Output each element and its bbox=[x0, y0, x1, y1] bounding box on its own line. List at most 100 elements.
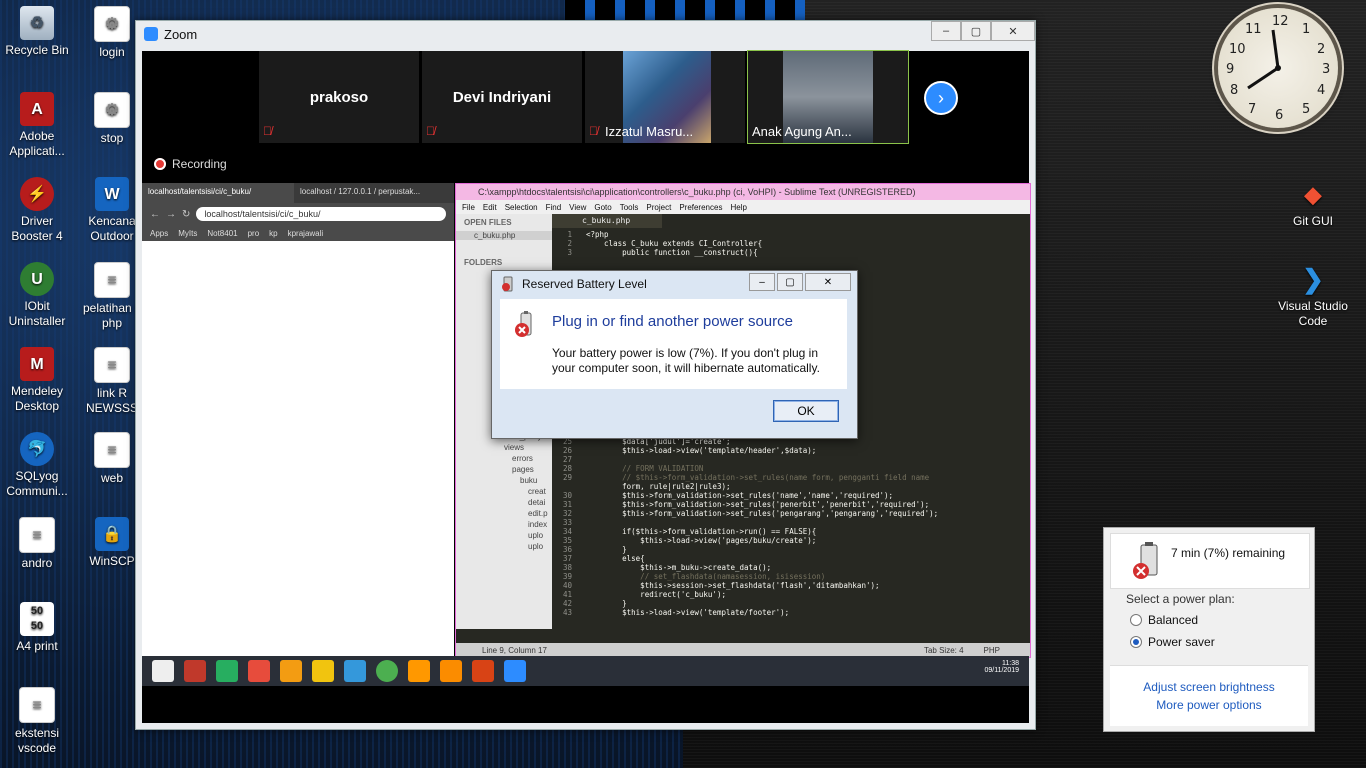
editor-tab: c_buku.php bbox=[552, 214, 662, 228]
close-button[interactable]: ✕ bbox=[805, 273, 851, 291]
desktop-icon-git-gui[interactable]: ◆ Git GUI bbox=[1275, 177, 1351, 229]
code-text: class C_buku extends CI_Controller{ bbox=[586, 239, 763, 248]
code-line: 26 $this->load->view('template/header',$… bbox=[552, 446, 1016, 455]
code-text: $this->session->set_flashdata('flash','d… bbox=[586, 581, 880, 590]
reload-icon: ↻ bbox=[182, 208, 191, 220]
participant-tile-active[interactable]: Anak Agung An... bbox=[747, 50, 909, 144]
desktop-icon-recycle-bin[interactable]: ♻ Recycle Bin bbox=[0, 6, 74, 58]
participant-tile[interactable]: Devi Indriyani 🎙̸ bbox=[422, 51, 582, 143]
next-participants-button[interactable]: › bbox=[924, 81, 958, 115]
power-plan-balanced[interactable]: Balanced bbox=[1130, 613, 1198, 627]
bookmark: Apps bbox=[150, 228, 169, 238]
sublime-statusbar: Line 9, Column 17 Tab Size: 4 PHP bbox=[456, 643, 1030, 657]
muted-mic-icon: 🎙̸ bbox=[589, 124, 598, 138]
desktop-icon-adobe[interactable]: A Adobe Applicati... bbox=[0, 92, 74, 159]
close-button[interactable]: ✕ bbox=[991, 21, 1035, 41]
ok-button[interactable]: OK bbox=[773, 400, 839, 422]
document-icon: ≡ bbox=[94, 432, 130, 468]
zoom-titlebar[interactable]: Zoom bbox=[136, 21, 1035, 47]
code-line: 42 } bbox=[552, 599, 1016, 608]
line-number: 30 bbox=[562, 491, 572, 500]
clock-gadget[interactable]: 12 1 2 3 4 5 6 7 8 9 10 11 bbox=[1218, 8, 1338, 128]
desktop-icon-label: stop bbox=[100, 131, 124, 145]
code-line: 33 bbox=[552, 518, 1016, 527]
line-number: 3 bbox=[567, 248, 572, 257]
desktop-icon-andro[interactable]: ≡ andro bbox=[0, 517, 74, 571]
shared-clock: 11:38 09/11/2019 bbox=[984, 660, 1019, 674]
participant-tile[interactable]: prakoso 🎙̸ bbox=[259, 51, 419, 143]
open-file: c_buku.php bbox=[456, 231, 552, 240]
code-text: } bbox=[586, 599, 627, 608]
desktop-icon-label: A4 print bbox=[16, 639, 58, 653]
code-text: // FORM VALIDATION bbox=[586, 464, 704, 473]
battery-remaining: 7 min (7%) remaining bbox=[1171, 546, 1286, 560]
maximize-button[interactable]: ▢ bbox=[777, 273, 803, 291]
participant-tile[interactable]: 🎙̸ Izzatul Masru... bbox=[585, 51, 745, 143]
recording-indicator: Recording bbox=[154, 157, 227, 171]
line-number: 43 bbox=[562, 608, 572, 617]
desktop-icon-label: pelatihan s php bbox=[82, 301, 142, 330]
line-number: 37 bbox=[562, 554, 572, 563]
desktop-icon-ekstensi-vscode[interactable]: ≡ ekstensi vscode bbox=[0, 687, 74, 756]
line-number: 32 bbox=[562, 509, 572, 518]
book-app-icon bbox=[184, 660, 206, 682]
line-number: 26 bbox=[562, 446, 572, 455]
window-controls: – ▢ ✕ bbox=[931, 21, 1035, 41]
line-number: 28 bbox=[562, 464, 572, 473]
more-power-options-link[interactable]: More power options bbox=[1110, 698, 1308, 712]
task-view-icon bbox=[152, 660, 174, 682]
desktop-icon-driver-booster[interactable]: ⚡ Driver Booster 4 bbox=[0, 177, 74, 244]
muted-mic-icon: 🎙̸ bbox=[263, 124, 272, 138]
desktop-icon-label: link R NEWSSS bbox=[85, 386, 138, 415]
desktop-icon-label: Adobe Applicati... bbox=[9, 129, 65, 158]
code-line: 1 <?php bbox=[552, 230, 1016, 239]
battery-icon bbox=[1133, 542, 1158, 579]
radio-button[interactable] bbox=[1130, 614, 1142, 626]
word-icon: W bbox=[95, 177, 129, 211]
media-icon bbox=[248, 660, 270, 682]
code-line: 38 $this->m_buku->create_data(); bbox=[552, 563, 1016, 572]
dialog-title: Reserved Battery Level bbox=[522, 277, 647, 291]
minimize-button[interactable]: – bbox=[931, 21, 961, 41]
shortcut-icon: ⚙ bbox=[94, 6, 130, 42]
code-text: public function __construct(){ bbox=[586, 248, 758, 257]
line-number: 36 bbox=[562, 545, 572, 554]
recycle-bin-icon: ♻ bbox=[20, 6, 54, 40]
dialog-heading: Plug in or find another power source bbox=[552, 313, 793, 330]
document-icon: ≡ bbox=[19, 687, 55, 723]
tree-item: views bbox=[504, 443, 525, 452]
power-plan-power-saver[interactable]: Power saver bbox=[1130, 635, 1215, 649]
radio-button-selected[interactable] bbox=[1130, 636, 1142, 648]
menu-item: Tools bbox=[619, 202, 639, 212]
desktop-icon-a4-print[interactable]: 50 50 A4 print bbox=[0, 602, 74, 654]
code-line: 31 $this->form_validation->set_rules('pe… bbox=[552, 500, 1016, 509]
participant-label: Izzatul Masru... bbox=[605, 124, 694, 139]
code-line: 2 class C_buku extends CI_Controller{ bbox=[552, 239, 1016, 248]
tree-item: buku bbox=[520, 476, 538, 485]
vscode-icon: ❯ bbox=[1302, 263, 1324, 294]
git-icon: ◆ bbox=[1304, 181, 1322, 207]
sidebar-header: FOLDERS bbox=[464, 258, 503, 267]
adjust-brightness-link[interactable]: Adjust screen brightness bbox=[1110, 680, 1308, 694]
desktop-icon-sqlyog[interactable]: 🐬 SQLyog Communi... bbox=[0, 432, 74, 499]
low-battery-icon bbox=[515, 311, 532, 337]
code-text: $this->form_validation->set_rules('penga… bbox=[586, 509, 939, 518]
menu-item: Preferences bbox=[679, 202, 723, 212]
participant-name: prakoso bbox=[309, 89, 369, 106]
code-text: $this->form_validation->set_rules('name'… bbox=[586, 491, 894, 500]
code-line: 28 // FORM VALIDATION bbox=[552, 464, 1016, 473]
line-number: 39 bbox=[562, 572, 572, 581]
desktop-icon-label: web bbox=[100, 471, 123, 485]
line-number: 38 bbox=[562, 563, 572, 572]
minimize-button[interactable]: – bbox=[749, 273, 775, 291]
desktop-icon-iobit[interactable]: U IObit Uninstaller bbox=[0, 262, 74, 329]
battery-dialog[interactable]: Reserved Battery Level – ▢ ✕ Plug in or … bbox=[491, 270, 858, 439]
forward-icon: → bbox=[166, 208, 176, 220]
zoom-icon bbox=[504, 660, 526, 682]
dialog-controls: – ▢ ✕ bbox=[749, 273, 851, 291]
maximize-button[interactable]: ▢ bbox=[961, 21, 991, 41]
winscp-icon: 🔒 bbox=[95, 517, 129, 551]
radio-label: Power saver bbox=[1148, 635, 1215, 649]
desktop-icon-mendeley[interactable]: M Mendeley Desktop bbox=[0, 347, 74, 414]
desktop-icon-vscode[interactable]: ❯ Visual Studio Code bbox=[1275, 262, 1351, 329]
